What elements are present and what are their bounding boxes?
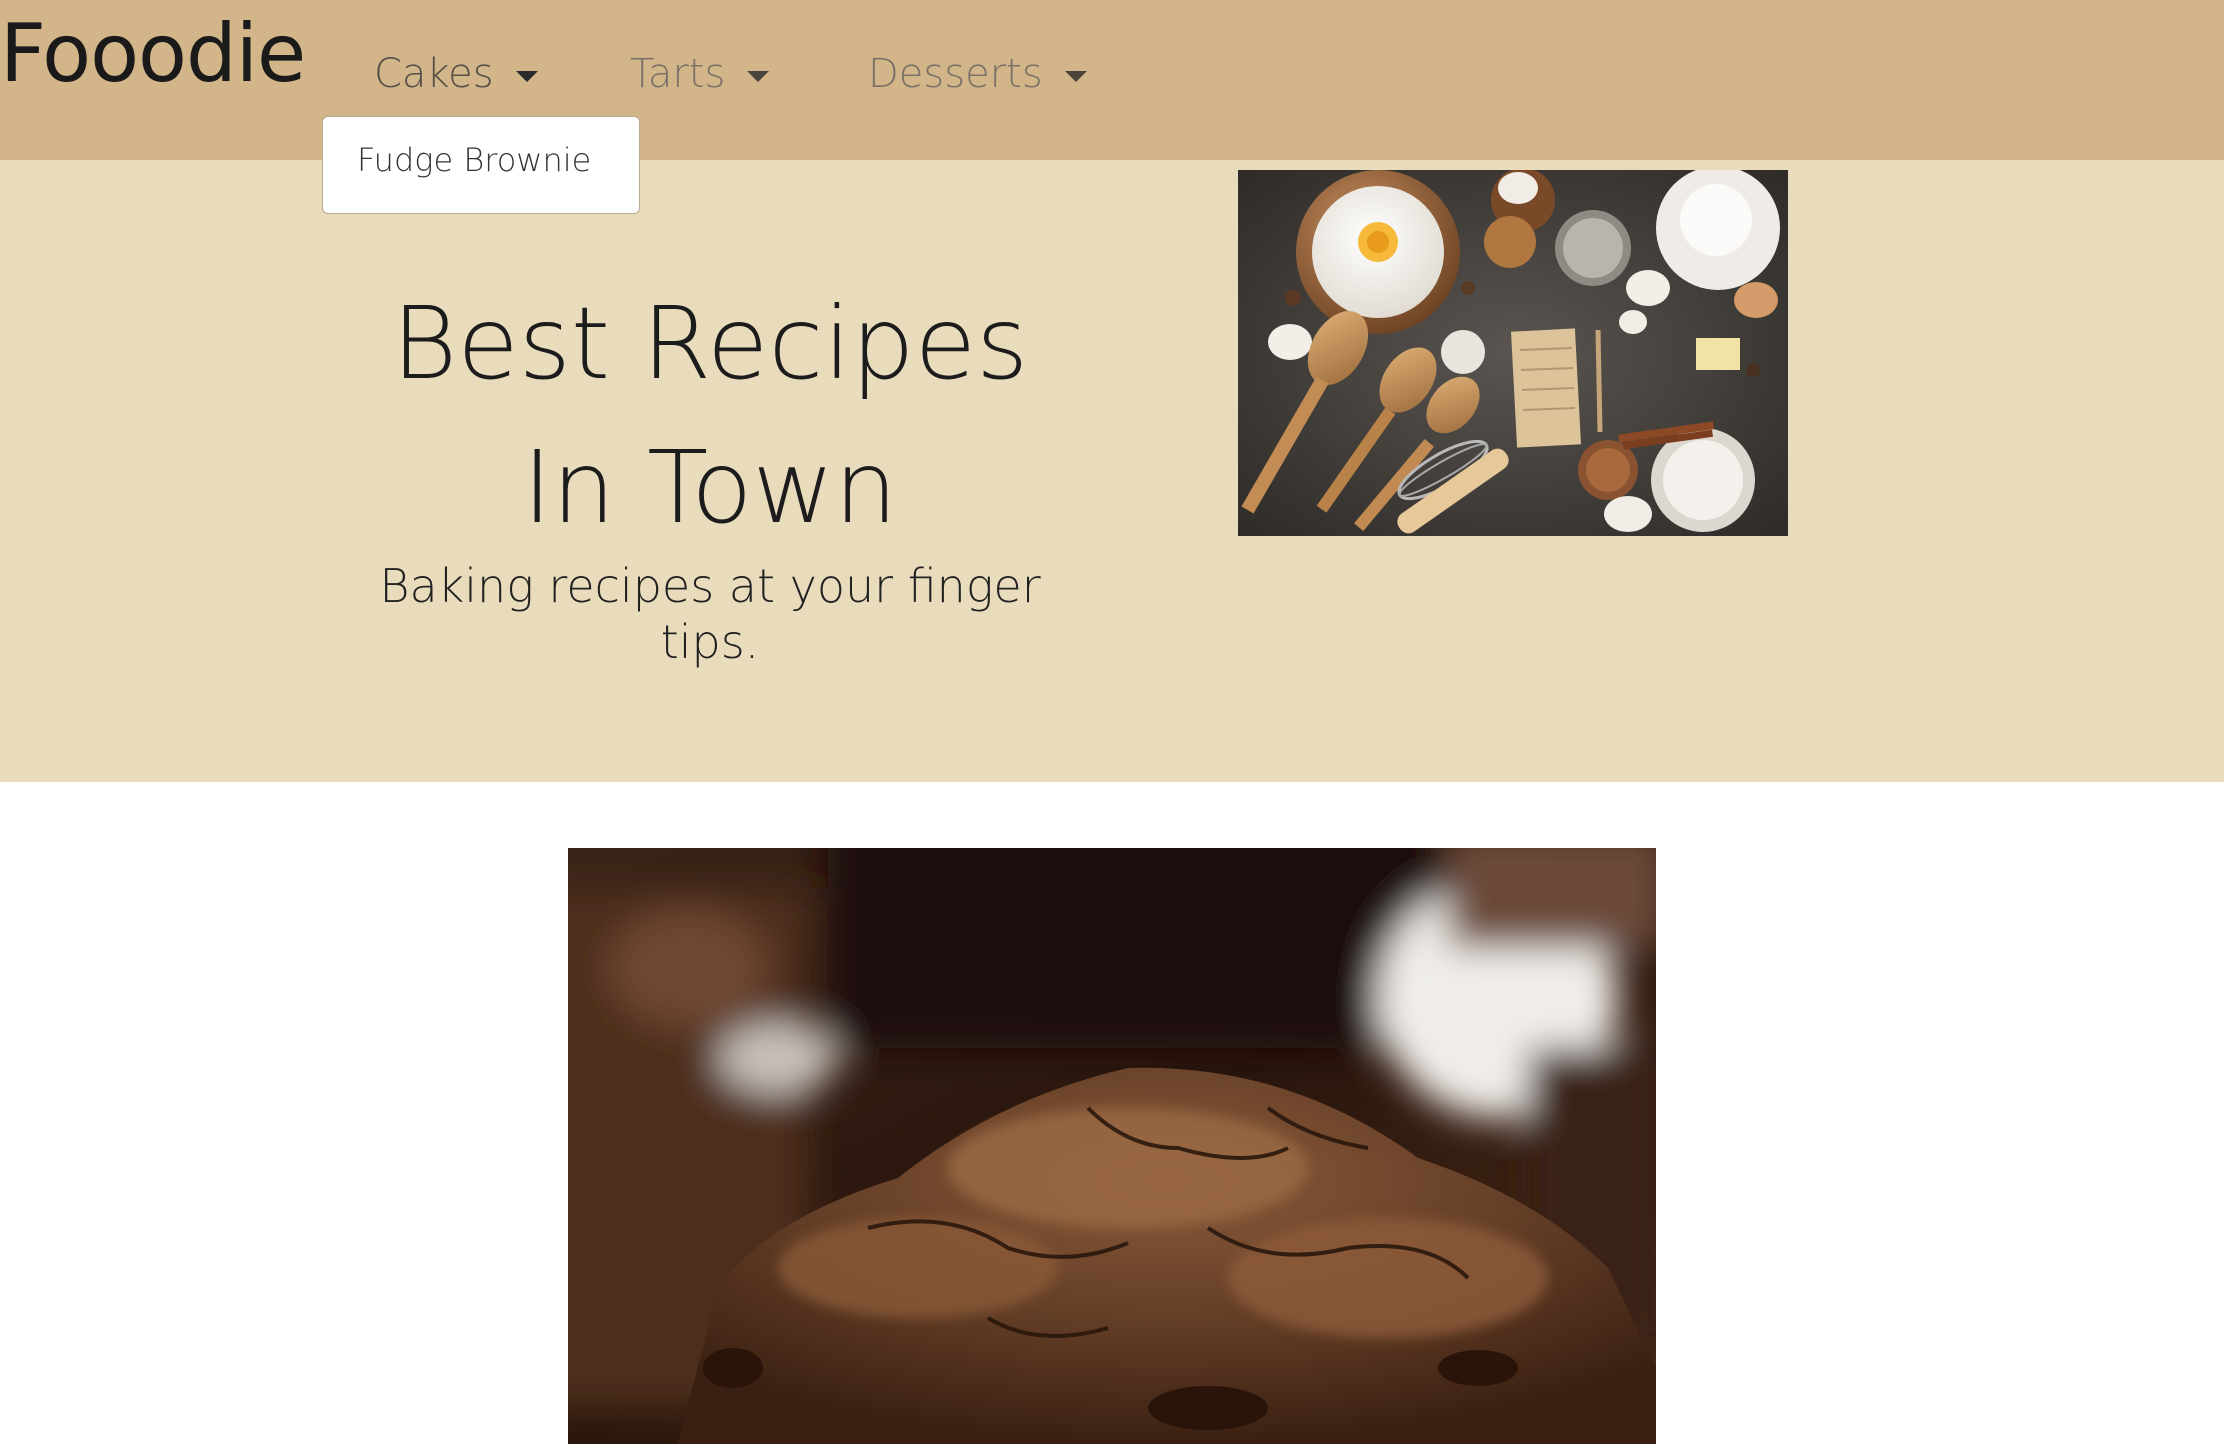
nav-item-label: Desserts [868, 51, 1043, 97]
fudge-brownie-image [568, 848, 1656, 1444]
nav-dropdown-tarts[interactable]: Tarts [630, 44, 770, 104]
hero-title: Best Recipes In Town [391, 285, 1029, 546]
cakes-dropdown-menu: Fudge Brownie [322, 116, 640, 214]
nav-dropdown-cakes[interactable]: Cakes [374, 44, 538, 104]
brand-logo[interactable]: Fooodie [0, 4, 306, 104]
hero-section: Best Recipes In Town Baking recipes at y… [0, 160, 2224, 782]
nav-dropdown-desserts[interactable]: Desserts [868, 44, 1087, 104]
nav-item-label: Cakes [374, 51, 494, 97]
caret-down-icon [515, 70, 538, 82]
caret-down-icon [1064, 70, 1087, 82]
page: Fooodie Cakes Tarts Desserts Fudge Brown… [0, 0, 2224, 1444]
hero-subtitle: Baking recipes at your finger tips. [379, 559, 1041, 669]
nav-item-label: Tarts [630, 51, 726, 97]
caret-down-icon [747, 70, 770, 82]
dropdown-item-fudge-brownie[interactable]: Fudge Brownie [357, 141, 591, 179]
baking-ingredients-image [1238, 170, 1788, 536]
